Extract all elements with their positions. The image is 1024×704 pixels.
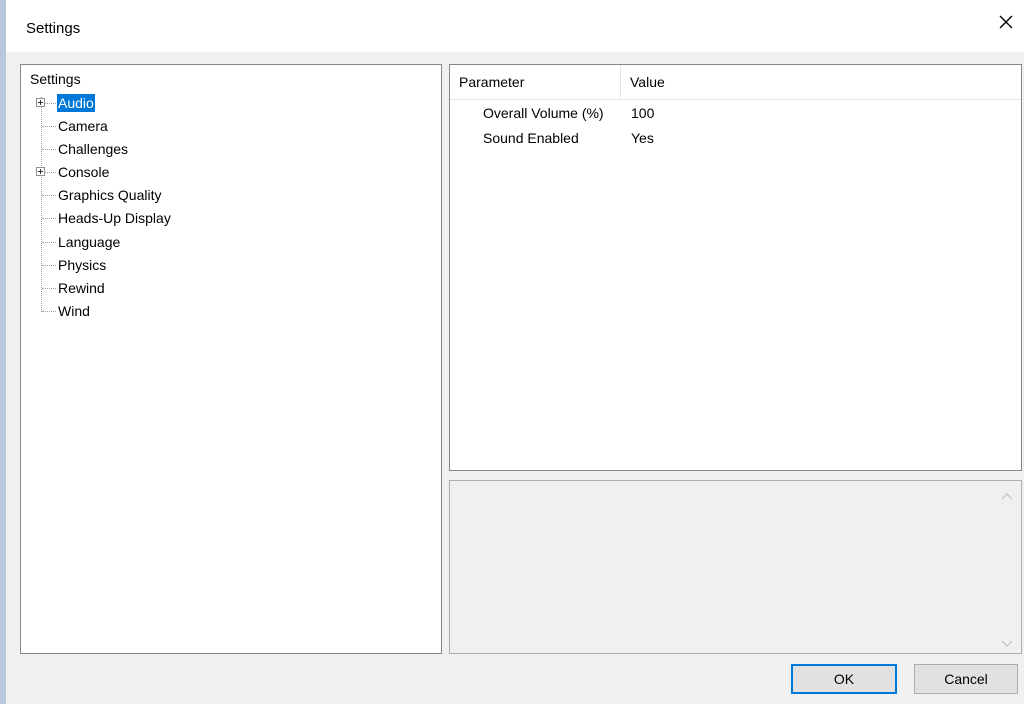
tree-item-language[interactable]: Language xyxy=(21,231,401,253)
tree-item-label[interactable]: Physics xyxy=(57,256,107,274)
close-icon xyxy=(999,15,1013,29)
tree-item-console[interactable]: Console xyxy=(21,161,401,183)
window-edge xyxy=(0,0,6,704)
scroll-up-icon[interactable] xyxy=(1001,489,1013,500)
tree-item-label[interactable]: Challenges xyxy=(57,140,129,158)
close-button[interactable] xyxy=(988,0,1024,40)
tree-item-camera[interactable]: Camera xyxy=(21,115,401,137)
settings-tree[interactable]: Settings Audio Camera Challenges Console… xyxy=(20,64,442,654)
tree-item-challenges[interactable]: Challenges xyxy=(21,138,401,160)
tree-item-label[interactable]: Wind xyxy=(57,302,91,320)
tree-item-label[interactable]: Rewind xyxy=(57,279,106,297)
tree-item-rewind[interactable]: Rewind xyxy=(21,277,401,299)
grid-row[interactable]: Sound Enabled Yes xyxy=(450,126,1021,150)
description-panel xyxy=(449,480,1022,654)
tree-item-label[interactable]: Console xyxy=(57,163,110,181)
title-bar: Settings xyxy=(6,0,1024,52)
expand-plus-icon[interactable] xyxy=(36,167,45,176)
tree-item-wind[interactable]: Wind xyxy=(21,300,401,322)
parameter-grid[interactable]: Parameter Value Overall Volume (%) 100 S… xyxy=(449,64,1022,471)
expand-plus-icon[interactable] xyxy=(36,98,45,107)
window-title: Settings xyxy=(26,20,81,37)
tree-item-graphics-quality[interactable]: Graphics Quality xyxy=(21,184,401,206)
column-header-parameter[interactable]: Parameter xyxy=(459,65,524,99)
cell-parameter: Overall Volume (%) xyxy=(483,105,604,121)
tree-item-label[interactable]: Camera xyxy=(57,117,109,135)
tree-item-label[interactable]: Heads-Up Display xyxy=(57,209,172,227)
cell-value[interactable]: 100 xyxy=(631,101,654,125)
settings-dialog: Settings Settings Audio Camera Challenge… xyxy=(0,0,1024,704)
tree-item-label[interactable]: Graphics Quality xyxy=(57,186,162,204)
column-separator[interactable] xyxy=(620,65,621,99)
tree-item-audio[interactable]: Audio xyxy=(21,92,401,114)
ok-button[interactable]: OK xyxy=(791,664,897,694)
tree-root-label: Settings xyxy=(30,71,81,87)
tree-item-label[interactable]: Audio xyxy=(57,94,95,112)
cell-value[interactable]: Yes xyxy=(631,126,654,150)
cancel-button[interactable]: Cancel xyxy=(914,664,1018,694)
tree-item-physics[interactable]: Physics xyxy=(21,254,401,276)
grid-header: Parameter Value xyxy=(450,65,1021,100)
cell-parameter: Sound Enabled xyxy=(483,130,579,146)
tree-item-label[interactable]: Language xyxy=(57,233,121,251)
column-header-value[interactable]: Value xyxy=(630,65,665,99)
grid-row[interactable]: Overall Volume (%) 100 xyxy=(450,101,1021,125)
tree-item-heads-up-display[interactable]: Heads-Up Display xyxy=(21,207,401,229)
scroll-down-icon[interactable] xyxy=(1001,635,1013,647)
